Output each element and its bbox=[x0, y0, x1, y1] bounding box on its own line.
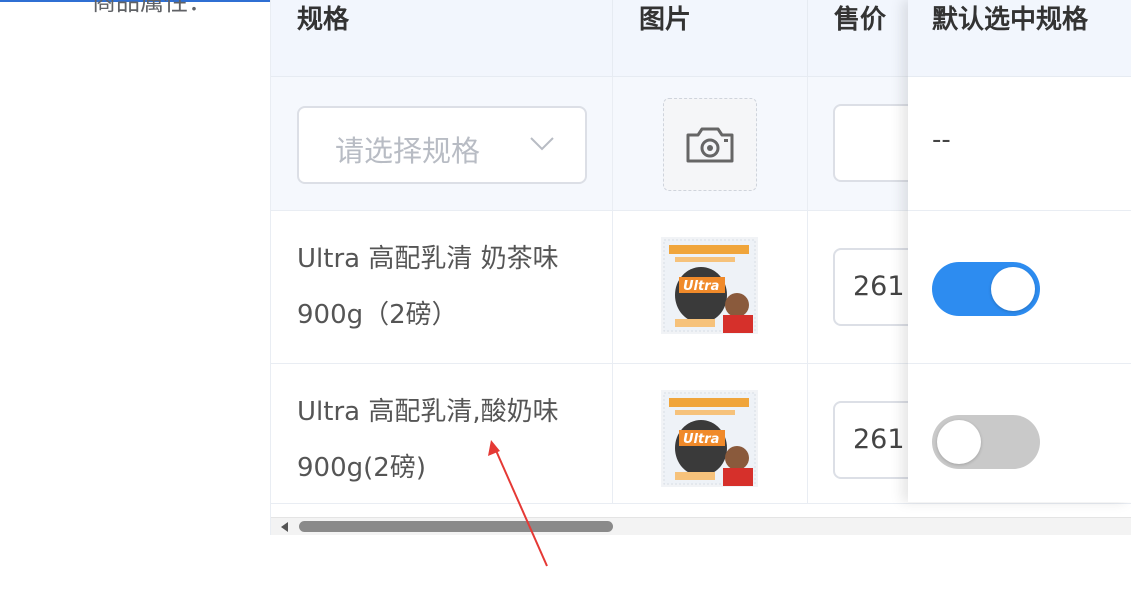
annotation-arrow bbox=[488, 440, 548, 567]
